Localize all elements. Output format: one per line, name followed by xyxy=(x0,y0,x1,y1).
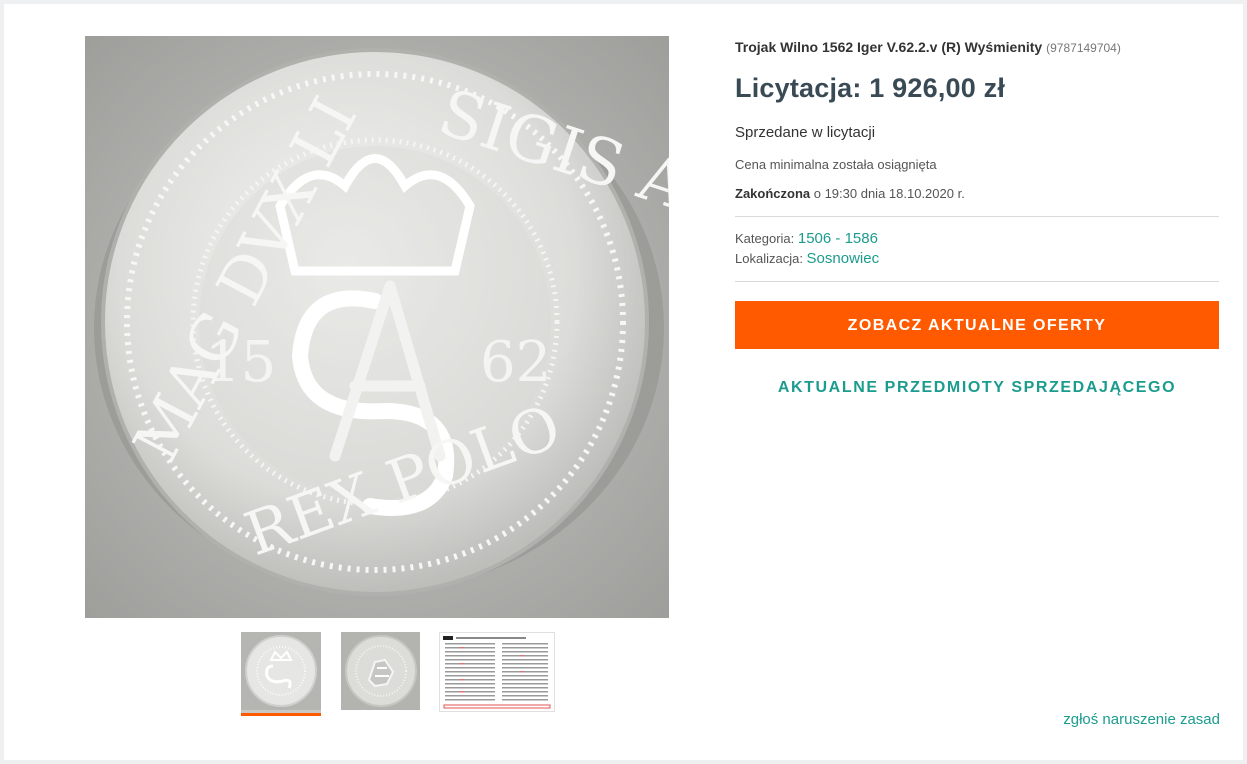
item-id: (9787149704) xyxy=(1046,41,1121,55)
see-current-offers-button[interactable]: ZOBACZ AKTUALNE OFERTY xyxy=(735,301,1219,349)
auction-end-info: Zakończona o 19:30 dnia 18.10.2020 r. xyxy=(735,186,1219,201)
location-link[interactable]: Sosnowiec xyxy=(807,250,880,267)
location-row: Lokalizacja: Sosnowiec xyxy=(735,249,1219,269)
min-price-note: Cena minimalna została osiągnięta xyxy=(735,157,937,172)
item-meta: Kategoria: 1506 - 1586 Lokalizacja: Sosn… xyxy=(735,217,1219,269)
thumbnail-coin-reverse[interactable] xyxy=(341,632,420,710)
divider xyxy=(735,281,1219,282)
ended-label: Zakończona xyxy=(735,186,811,201)
ended-time: o 19:30 dnia 18.10.2020 r. xyxy=(810,186,965,201)
main-product-image[interactable]: 15 62 SIGIS AVG MAG DVX LI REX POLO xyxy=(85,36,669,618)
coin-year-right: 62 xyxy=(480,330,551,395)
item-title: Trojak Wilno 1562 Iger V.62.2.v (R) Wyśm… xyxy=(735,39,1043,55)
listing-card: 15 62 SIGIS AVG MAG DVX LI REX POLO Troj… xyxy=(4,4,1243,760)
sale-status: Sprzedane w licytacji xyxy=(735,124,876,141)
location-label: Lokalizacja: xyxy=(735,251,807,266)
category-row: Kategoria: 1506 - 1586 xyxy=(735,229,1219,249)
thumbnail-coin-obverse[interactable] xyxy=(241,632,321,716)
category-label: Kategoria: xyxy=(735,231,798,246)
item-title-line: Trojak Wilno 1562 Iger V.62.2.v (R) Wyśm… xyxy=(735,36,1219,59)
category-link[interactable]: 1506 - 1586 xyxy=(798,230,878,247)
item-price: Licytacja: 1 926,00 zł xyxy=(735,73,1006,103)
thumbnail-catalog-table[interactable] xyxy=(439,632,555,712)
item-info-panel: Trojak Wilno 1562 Iger V.62.2.v (R) Wyśm… xyxy=(735,36,1219,397)
report-violation-link[interactable]: zgłoś naruszenie zasad xyxy=(1063,711,1220,728)
seller-items-link[interactable]: AKTUALNE PRZEDMIOTY SPRZEDAJĄCEGO xyxy=(735,379,1219,397)
